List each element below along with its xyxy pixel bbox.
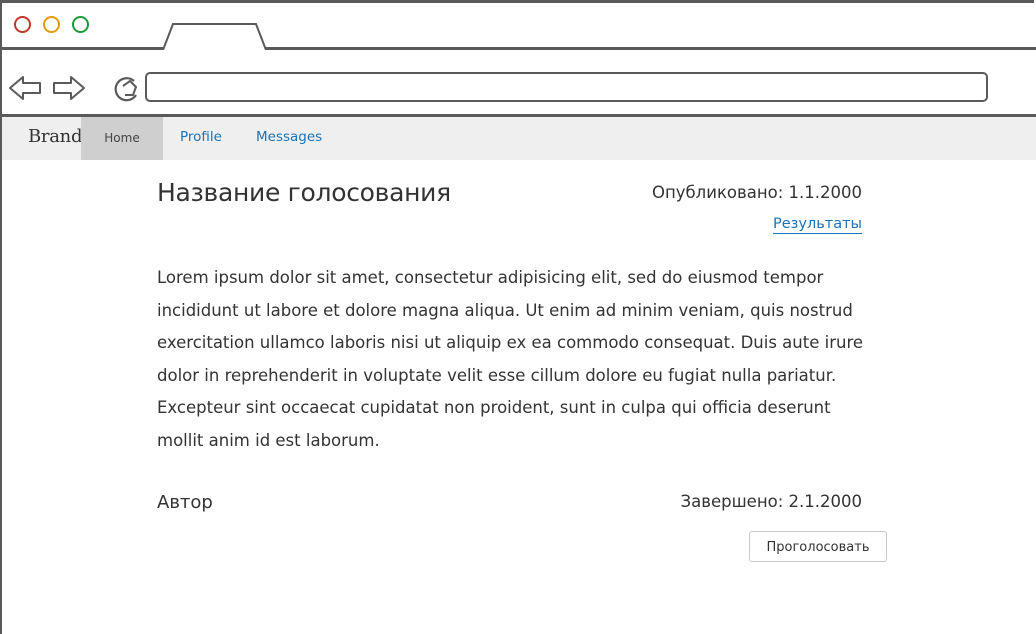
poll-description: Lorem ipsum dolor sit amet, consectetur … [157,268,864,450]
poll-author: Автор [157,492,213,513]
minimize-window-icon[interactable] [43,16,60,33]
forward-arrow-icon[interactable] [52,74,86,102]
results-link[interactable]: Результаты [773,216,862,234]
browser-window: Brand Home Profile Messages Название гол… [0,0,1036,634]
browser-tab[interactable] [162,22,268,50]
completed-date: Завершено: 2.1.2000 [680,492,862,511]
nav-item-home[interactable]: Home [81,117,163,160]
nav-item-messages[interactable]: Messages [256,129,322,145]
maximize-window-icon[interactable] [72,16,89,33]
vote-button[interactable]: Проголосовать [749,531,887,562]
nav-item-profile[interactable]: Profile [180,129,222,145]
browser-title-bar [2,3,1036,50]
top-navbar: Brand Home Profile Messages [2,117,1036,160]
published-date: Опубликовано: 1.1.2000 [651,183,862,202]
poll-title: Название голосования [157,178,451,207]
address-bar-area [2,50,1036,117]
close-window-icon[interactable] [14,16,31,33]
brand-logo[interactable]: Brand [28,126,82,147]
back-arrow-icon[interactable] [8,74,42,102]
reload-icon[interactable] [110,73,144,105]
url-input[interactable] [145,72,988,102]
